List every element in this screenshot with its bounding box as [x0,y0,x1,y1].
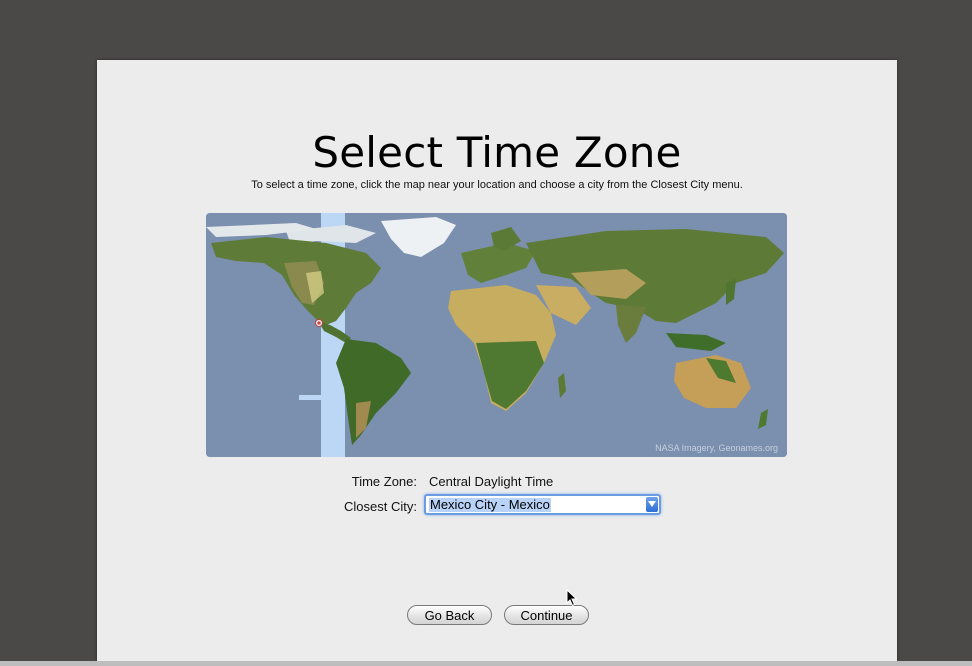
time-zone-label: Time Zone: [351,474,417,489]
world-map[interactable]: NASA Imagery, Geonames.org [206,213,787,457]
desktop-bottom-edge [0,661,972,666]
time-zone-value: Central Daylight Time [429,474,554,489]
map-credit: NASA Imagery, Geonames.org [655,443,778,453]
closest-city-label: Closest City: [344,499,417,514]
location-dot-icon [315,319,323,327]
go-back-button[interactable]: Go Back [407,605,492,625]
dropdown-arrow-icon[interactable] [646,497,658,512]
setup-assistant-window: Select Time Zone To select a time zone, … [97,60,897,661]
closest-city-select[interactable]: Mexico City - Mexico [424,494,661,515]
closest-city-selected-value: Mexico City - Mexico [429,497,551,512]
page-title: Select Time Zone [312,128,682,177]
continue-button[interactable]: Continue [504,605,589,625]
instructions-text: To select a time zone, click the map nea… [251,179,743,191]
mouse-cursor-icon [566,589,578,607]
